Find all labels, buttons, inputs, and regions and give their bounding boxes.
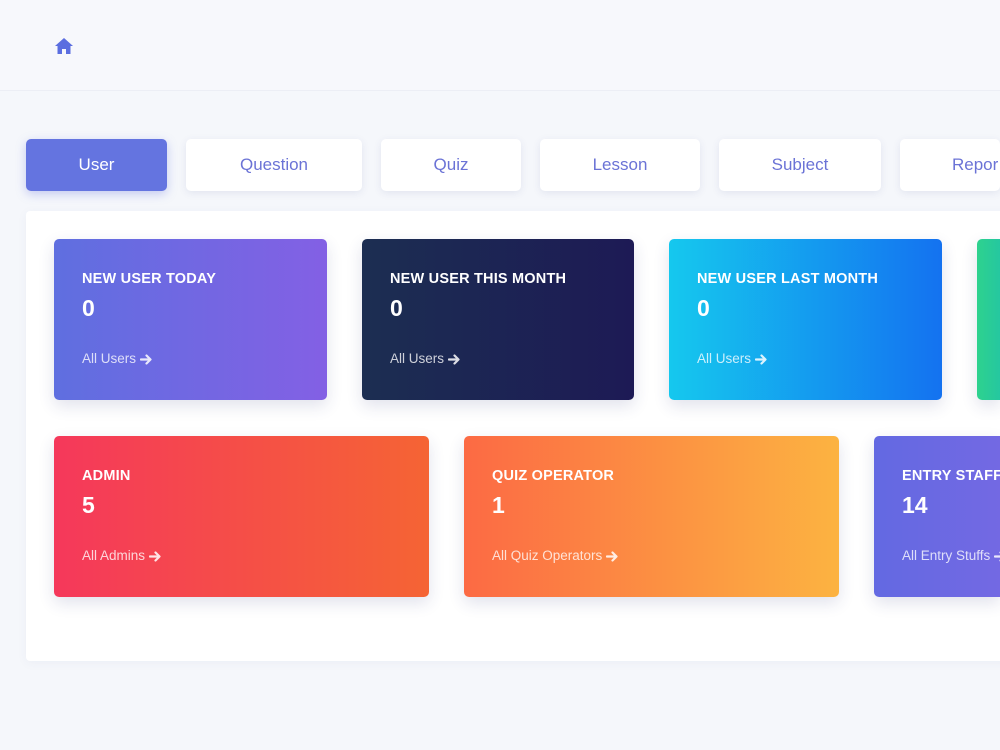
tab-question[interactable]: Question [186, 139, 362, 191]
card-link-label: All Entry Stuffs [902, 548, 991, 563]
all-users-link[interactable]: All Users [82, 351, 153, 366]
stat-card-admin: ADMIN 5 All Admins [54, 436, 429, 597]
card-value: 5 [82, 492, 95, 518]
arrow-right-icon [754, 353, 768, 365]
card-link-label: All Users [390, 351, 445, 366]
card-link-label: All Users [82, 351, 137, 366]
stat-card-new-user-today: NEW USER TODAY 0 All Users [54, 239, 327, 400]
card-title: ENTRY STAFF [902, 468, 1000, 484]
card-title: QUIZ OPERATOR [492, 468, 615, 484]
arrow-right-icon [148, 550, 162, 562]
card-value: 1 [492, 492, 505, 518]
arrow-right-icon [139, 353, 153, 365]
tab-user-label: User [78, 155, 115, 174]
card-title: ADMIN [82, 468, 131, 484]
tab-lesson[interactable]: Lesson [540, 139, 700, 191]
tab-lesson-label: Lesson [592, 155, 648, 174]
card-value: 14 [902, 492, 928, 518]
card-link-label: All Quiz Operators [492, 548, 603, 563]
arrow-right-icon [994, 550, 1000, 562]
home-icon[interactable] [54, 37, 74, 55]
all-users-link[interactable]: All Users [697, 351, 768, 366]
all-users-link[interactable]: All Users [390, 351, 461, 366]
all-entry-stuffs-link[interactable]: All Entry Stuffs [902, 548, 1000, 563]
tab-report[interactable]: Repor [900, 139, 1000, 191]
tab-user[interactable]: User [26, 139, 167, 191]
stat-card-new-user-this-month: NEW USER THIS MONTH 0 All Users [362, 239, 634, 400]
top-bar [0, 0, 1000, 91]
card-title: NEW USER LAST MONTH [697, 271, 879, 287]
card-title: NEW USER THIS MONTH [390, 271, 567, 287]
tab-bar: User Question Quiz Lesson Subject Repor [0, 139, 1000, 193]
card-value: 0 [390, 295, 403, 321]
card-value: 0 [697, 295, 710, 321]
tab-question-label: Question [239, 155, 309, 174]
all-quiz-operators-link[interactable]: All Quiz Operators [492, 548, 619, 563]
stat-card-partial [977, 239, 1000, 400]
stat-card-entry-staff: ENTRY STAFF 14 All Entry Stuffs [874, 436, 1000, 597]
tab-subject-label: Subject [771, 155, 829, 174]
card-link-label: All Admins [82, 548, 146, 563]
arrow-right-icon [606, 550, 619, 562]
card-link-label: All Users [697, 351, 752, 366]
tab-quiz[interactable]: Quiz [381, 139, 521, 191]
all-admins-link[interactable]: All Admins [82, 548, 162, 563]
card-title: NEW USER TODAY [82, 271, 217, 287]
stat-card-new-user-last-month: NEW USER LAST MONTH 0 All Users [669, 239, 942, 400]
stat-card-quiz-operator: QUIZ OPERATOR 1 All Quiz Operators [464, 436, 839, 597]
arrow-right-icon [447, 353, 461, 365]
tab-quiz-label: Quiz [433, 155, 469, 174]
card-value: 0 [82, 295, 95, 321]
tab-report-label: Repor [952, 155, 999, 174]
tab-subject[interactable]: Subject [719, 139, 881, 191]
